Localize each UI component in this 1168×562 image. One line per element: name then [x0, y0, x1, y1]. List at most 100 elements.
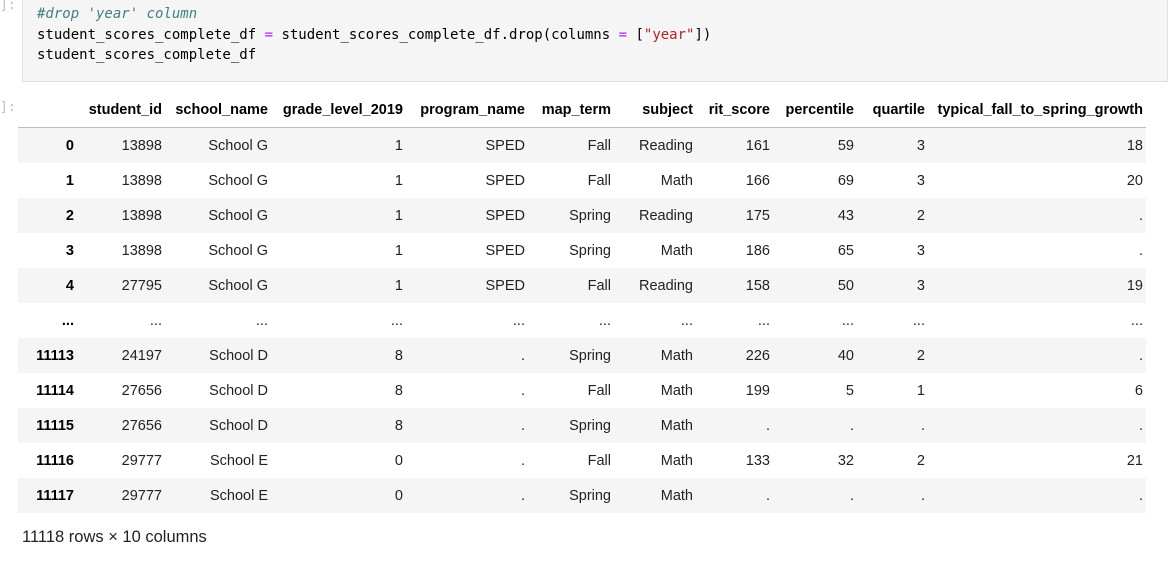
table-row: .................................	[18, 303, 1146, 338]
header-row: student_id school_name grade_level_2019 pro…	[18, 92, 1146, 128]
table-cell: School D	[209, 417, 268, 434]
row-index: 4	[65, 277, 74, 294]
code-text: [	[627, 26, 644, 43]
column-header: school_name	[165, 92, 271, 128]
table-row: 2 13898 School G 1 SPED Spring Reading 175 43 2.	[18, 198, 1146, 233]
table-cell: 40	[837, 347, 854, 364]
table-cell: Math	[660, 347, 693, 364]
table-cell: ...	[757, 312, 770, 329]
column-header: percentile	[773, 92, 857, 128]
table-cell: 20	[1126, 172, 1143, 189]
table-cell: SPED	[485, 242, 526, 259]
table-cell: SPED	[485, 207, 526, 224]
table-row: 1 13898 School G 1 SPED Fall Math 166 69 3 20	[18, 163, 1146, 198]
table-cell: .	[920, 417, 925, 434]
table-cell: ...	[912, 312, 925, 329]
table-row: 11114 27656 School D 8. Fall Math 199 5 1 6	[18, 373, 1146, 408]
table-cell: 29777	[121, 487, 162, 504]
column-header: grade_level_2019	[271, 92, 406, 128]
code-editor[interactable]: #drop 'year' column student_scores_compl…	[37, 4, 711, 66]
table-cell: 3	[916, 137, 925, 154]
table-row: 11115 27656 School D 8. Spring Math....	[18, 408, 1146, 443]
table-cell: 1	[394, 242, 403, 259]
table-cell: 59	[837, 137, 854, 154]
table-cell: ...	[1130, 312, 1143, 329]
table-cell: SPED	[485, 277, 526, 294]
table-cell: School G	[208, 277, 268, 294]
table-cell: 13898	[121, 137, 162, 154]
table-cell: 2	[916, 347, 925, 364]
table-cell: 50	[837, 277, 854, 294]
dataframe-shape: 11118 rows × 10 columns	[22, 528, 207, 546]
table-cell: 24197	[121, 347, 162, 364]
table-cell: 1	[394, 137, 403, 154]
table-cell: Math	[660, 452, 693, 469]
table-cell: 133	[745, 452, 770, 469]
column-header: subject	[614, 92, 696, 128]
table-cell: SPED	[485, 137, 526, 154]
table-cell: 158	[745, 277, 770, 294]
table-cell: .	[920, 487, 925, 504]
table-cell: 161	[745, 137, 770, 154]
dataframe-table: student_id school_name grade_level_2019 pro…	[18, 92, 1146, 513]
table-cell: 199	[745, 382, 770, 399]
row-index: 11115	[36, 417, 74, 434]
table-cell: .	[520, 382, 525, 399]
table-cell: 32	[837, 452, 854, 469]
table-cell: .	[1138, 207, 1143, 224]
column-header: quartile	[857, 92, 928, 128]
table-cell: ...	[680, 312, 693, 329]
table-cell: .	[520, 347, 525, 364]
code-cell[interactable]: #drop 'year' column student_scores_compl…	[22, 0, 1168, 82]
table-cell: ...	[512, 312, 525, 329]
column-header: typical_fall_to_spring_growth	[928, 92, 1146, 128]
table-cell: 1	[394, 207, 403, 224]
table-cell: .	[1138, 487, 1143, 504]
table-cell: ...	[841, 312, 854, 329]
code-operator: =	[618, 26, 628, 43]
table-cell: Spring	[569, 487, 611, 504]
table-cell: 226	[745, 347, 770, 364]
row-index: 11116	[36, 452, 74, 469]
table-cell: 166	[745, 172, 770, 189]
table-cell: Spring	[569, 207, 611, 224]
table-cell: Math	[660, 172, 693, 189]
table-cell: Math	[660, 382, 693, 399]
table-cell: School G	[208, 172, 268, 189]
index-header	[18, 92, 77, 128]
table-cell: 13898	[121, 207, 162, 224]
table-cell: 8	[394, 382, 403, 399]
table-cell: .	[520, 417, 525, 434]
table-cell: Reading	[638, 137, 693, 154]
table-cell: 0	[394, 452, 403, 469]
table-cell: 186	[745, 242, 770, 259]
table-cell: School D	[209, 382, 268, 399]
table-cell: 27656	[121, 417, 162, 434]
table-cell: 13898	[121, 242, 162, 259]
table-cell: 8	[394, 417, 403, 434]
table-cell: School E	[209, 452, 268, 469]
row-index: 11114	[36, 382, 74, 399]
column-header: map_term	[528, 92, 614, 128]
row-index: ...	[61, 312, 74, 329]
table-cell: 19	[1126, 277, 1143, 294]
table-cell: 27795	[121, 277, 162, 294]
table-cell: .	[520, 487, 525, 504]
table-cell: 1	[394, 277, 403, 294]
table-cell: Fall	[587, 277, 611, 294]
table-cell: SPED	[485, 172, 526, 189]
table-cell: 18	[1126, 137, 1143, 154]
table-cell: 1	[394, 172, 403, 189]
table-cell: School G	[208, 242, 268, 259]
table-cell: 69	[837, 172, 854, 189]
table-cell: Reading	[638, 207, 693, 224]
table-cell: Fall	[587, 172, 611, 189]
row-index: 11117	[36, 487, 74, 504]
table-cell: 2	[916, 207, 925, 224]
table-cell: School G	[208, 137, 268, 154]
table-cell: .	[765, 487, 770, 504]
table-cell: Reading	[638, 277, 693, 294]
table-row: 0 13898 School G 1 SPED Fall Reading 161 59 3 18	[18, 127, 1146, 163]
table-cell: .	[1138, 417, 1143, 434]
code-string: "year"	[643, 26, 695, 43]
